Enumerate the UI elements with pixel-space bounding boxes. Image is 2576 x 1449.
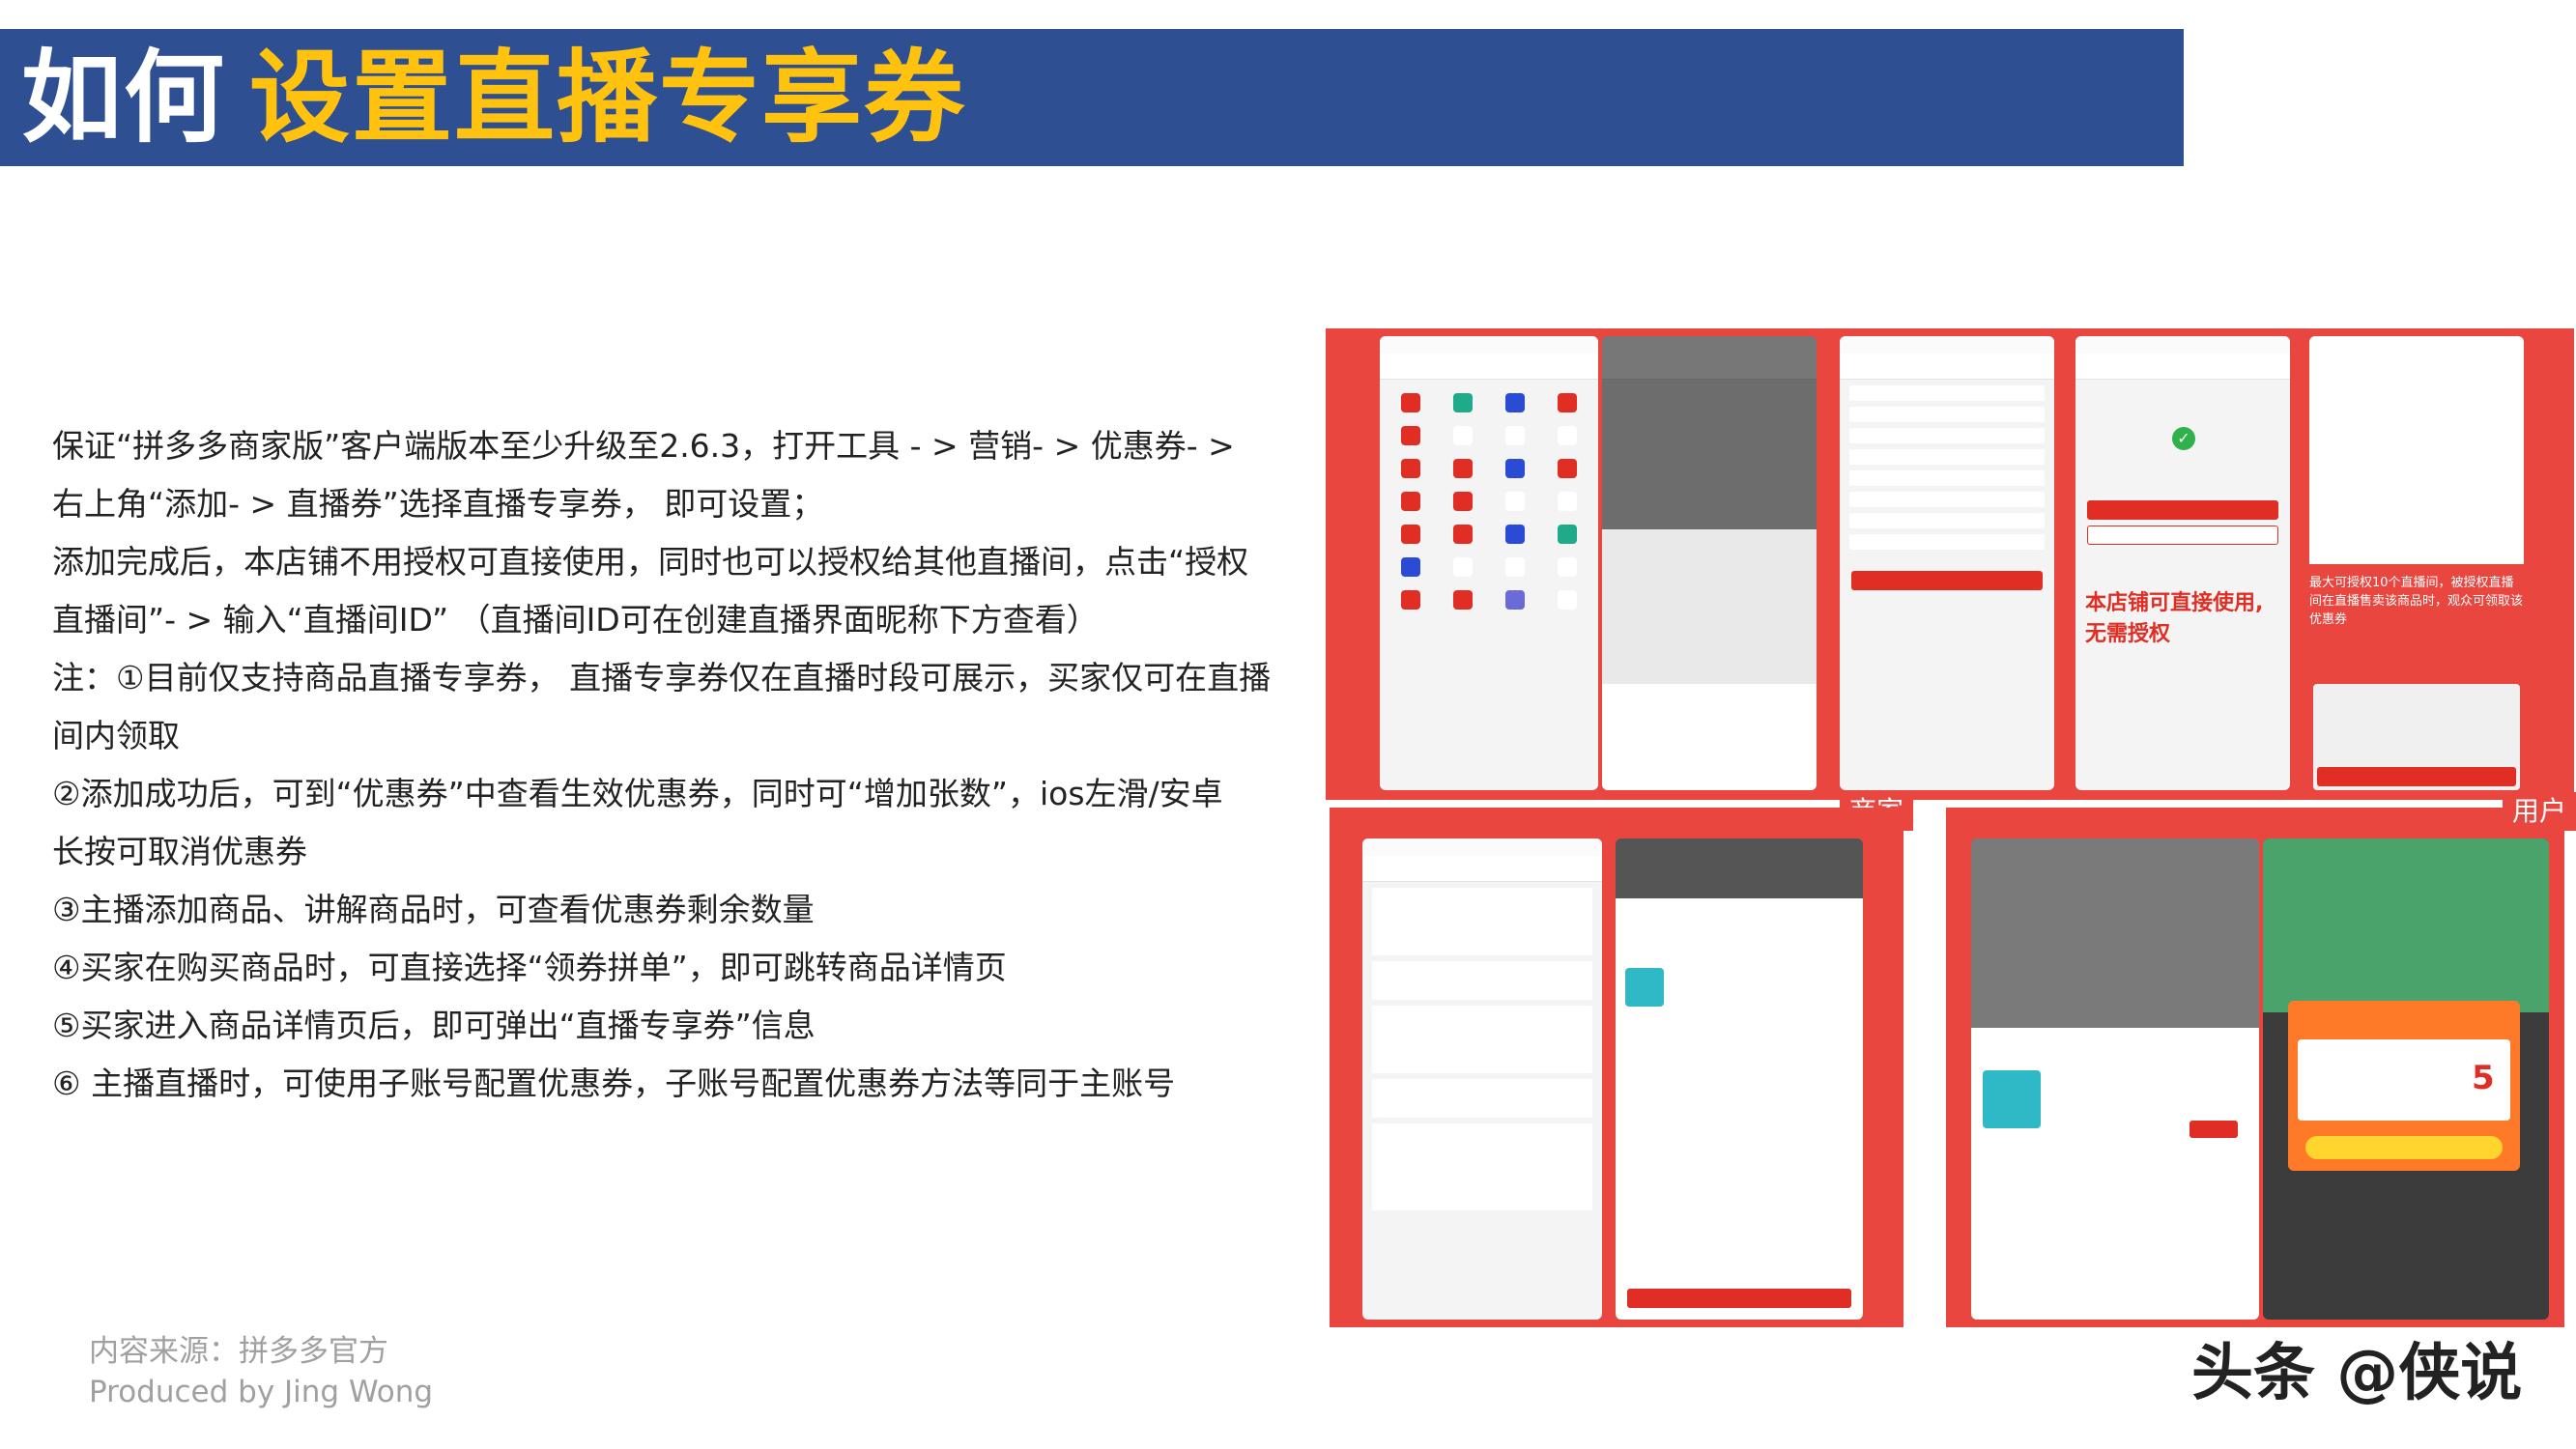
instruction-line: 保证“拼多多商家版”客户端版本至少升级至2.6.3，打开工具 - > 营销- >… xyxy=(52,427,1235,465)
instruction-line: 间内领取 xyxy=(52,717,180,754)
producer-label: Produced by Jing Wong xyxy=(89,1375,434,1409)
instruction-line: 直播间”- > 输入“直播间ID” （直播间ID可在创建直播界面昵称下方查看） xyxy=(52,601,1099,639)
phone-coupon-manage-screen xyxy=(1362,838,1602,1320)
authorize-live-button xyxy=(2087,500,2278,520)
phone-success-screen: ✓ 本店铺可直接使用, 无需授权 xyxy=(2075,336,2290,790)
instruction-line: 添加完成后，本店铺不用授权可直接使用，同时也可以授权给其他直播间，点击“授权 xyxy=(52,543,1249,581)
confirm-add-button xyxy=(1851,571,2043,590)
instruction-line: 右上角“添加- > 直播券”选择直播专享券， 即可设置； xyxy=(52,485,824,523)
phone-add-product-screen xyxy=(1616,838,1863,1320)
instruction-line: 长按可取消优惠券 xyxy=(52,833,307,870)
no-auth-note: 无需授权 xyxy=(2085,622,2171,646)
authorize-note: 最大可授权10个直播间，被授权直播间在直播售卖该商品时，观众可领取该优惠券 xyxy=(2309,576,2524,627)
instruction-line: ②添加成功后，可到“优惠券”中查看生效优惠券，同时可“增加张数”，ios左滑/安… xyxy=(52,775,1223,812)
direct-use-note: 本店铺可直接使用, xyxy=(2085,591,2264,615)
instruction-line: ⑤买家进入商品详情页后，即可弹出“直播专享券”信息 xyxy=(52,1007,816,1044)
watermark: 头条 @侠说 xyxy=(2191,1338,2523,1409)
merchant-coupon-panel xyxy=(1330,808,1903,1327)
user-tag: 用户 xyxy=(2503,792,2576,831)
title-highlight: 设置直播专享券 xyxy=(249,39,967,156)
instruction-line: ④买家在购买商品时，可直接选择“领券拼单”，即可跳转商品详情页 xyxy=(52,949,1007,986)
title-prefix: 如何 xyxy=(21,39,227,156)
phone-add-coupon-screen xyxy=(1840,336,2054,790)
phone-user-goods-screen xyxy=(1971,838,2259,1320)
tool-icon-grid xyxy=(1380,380,1598,623)
instructions-text: 保证“拼多多商家版”客户端版本至少升级至2.6.3，打开工具 - > 营销- >… xyxy=(52,417,1318,1113)
phone-tools-screen xyxy=(1380,336,1598,790)
user-screenshots-panel: 5 xyxy=(1946,808,2564,1327)
phone-coupon-type-screen xyxy=(1602,336,1817,790)
phone-authorize-screen: 最大可授权10个直播间，被授权直播间在直播售卖该商品时，观众可领取该优惠券 xyxy=(2309,336,2524,790)
merchant-screenshots-panel: ✓ 本店铺可直接使用, 无需授权 最大可授权10个直播间，被授权直播间在直播售卖… xyxy=(1326,328,2574,800)
success-check-icon: ✓ xyxy=(2172,427,2195,450)
later-authorize-button xyxy=(2087,526,2278,545)
coupon-amount: 5 xyxy=(2472,1059,2495,1097)
title-bar: 如何 设置直播专享券 xyxy=(0,29,2184,166)
instruction-line: 注：①目前仅支持商品直播专享券， 直播专享券仅在直播时段可展示，买家仅可在直播 xyxy=(52,659,1272,696)
instruction-line: ③主播添加商品、讲解商品时，可查看优惠券剩余数量 xyxy=(52,891,815,928)
footer-credits: 内容来源：拼多多官方 Produced by Jing Wong xyxy=(89,1331,433,1412)
grab-coupon-button xyxy=(2305,1136,2503,1159)
coupon-popup: 5 xyxy=(2288,1001,2520,1171)
page-title: 如何 设置直播专享券 xyxy=(21,37,966,158)
instruction-line: ⑥ 主播直播时，可使用子账号配置优惠券，子账号配置优惠券方法等同于主账号 xyxy=(52,1065,1176,1102)
phone-live-coupon-popup-screen: 5 xyxy=(2263,838,2549,1320)
source-label: 内容来源：拼多多官方 xyxy=(89,1334,388,1369)
